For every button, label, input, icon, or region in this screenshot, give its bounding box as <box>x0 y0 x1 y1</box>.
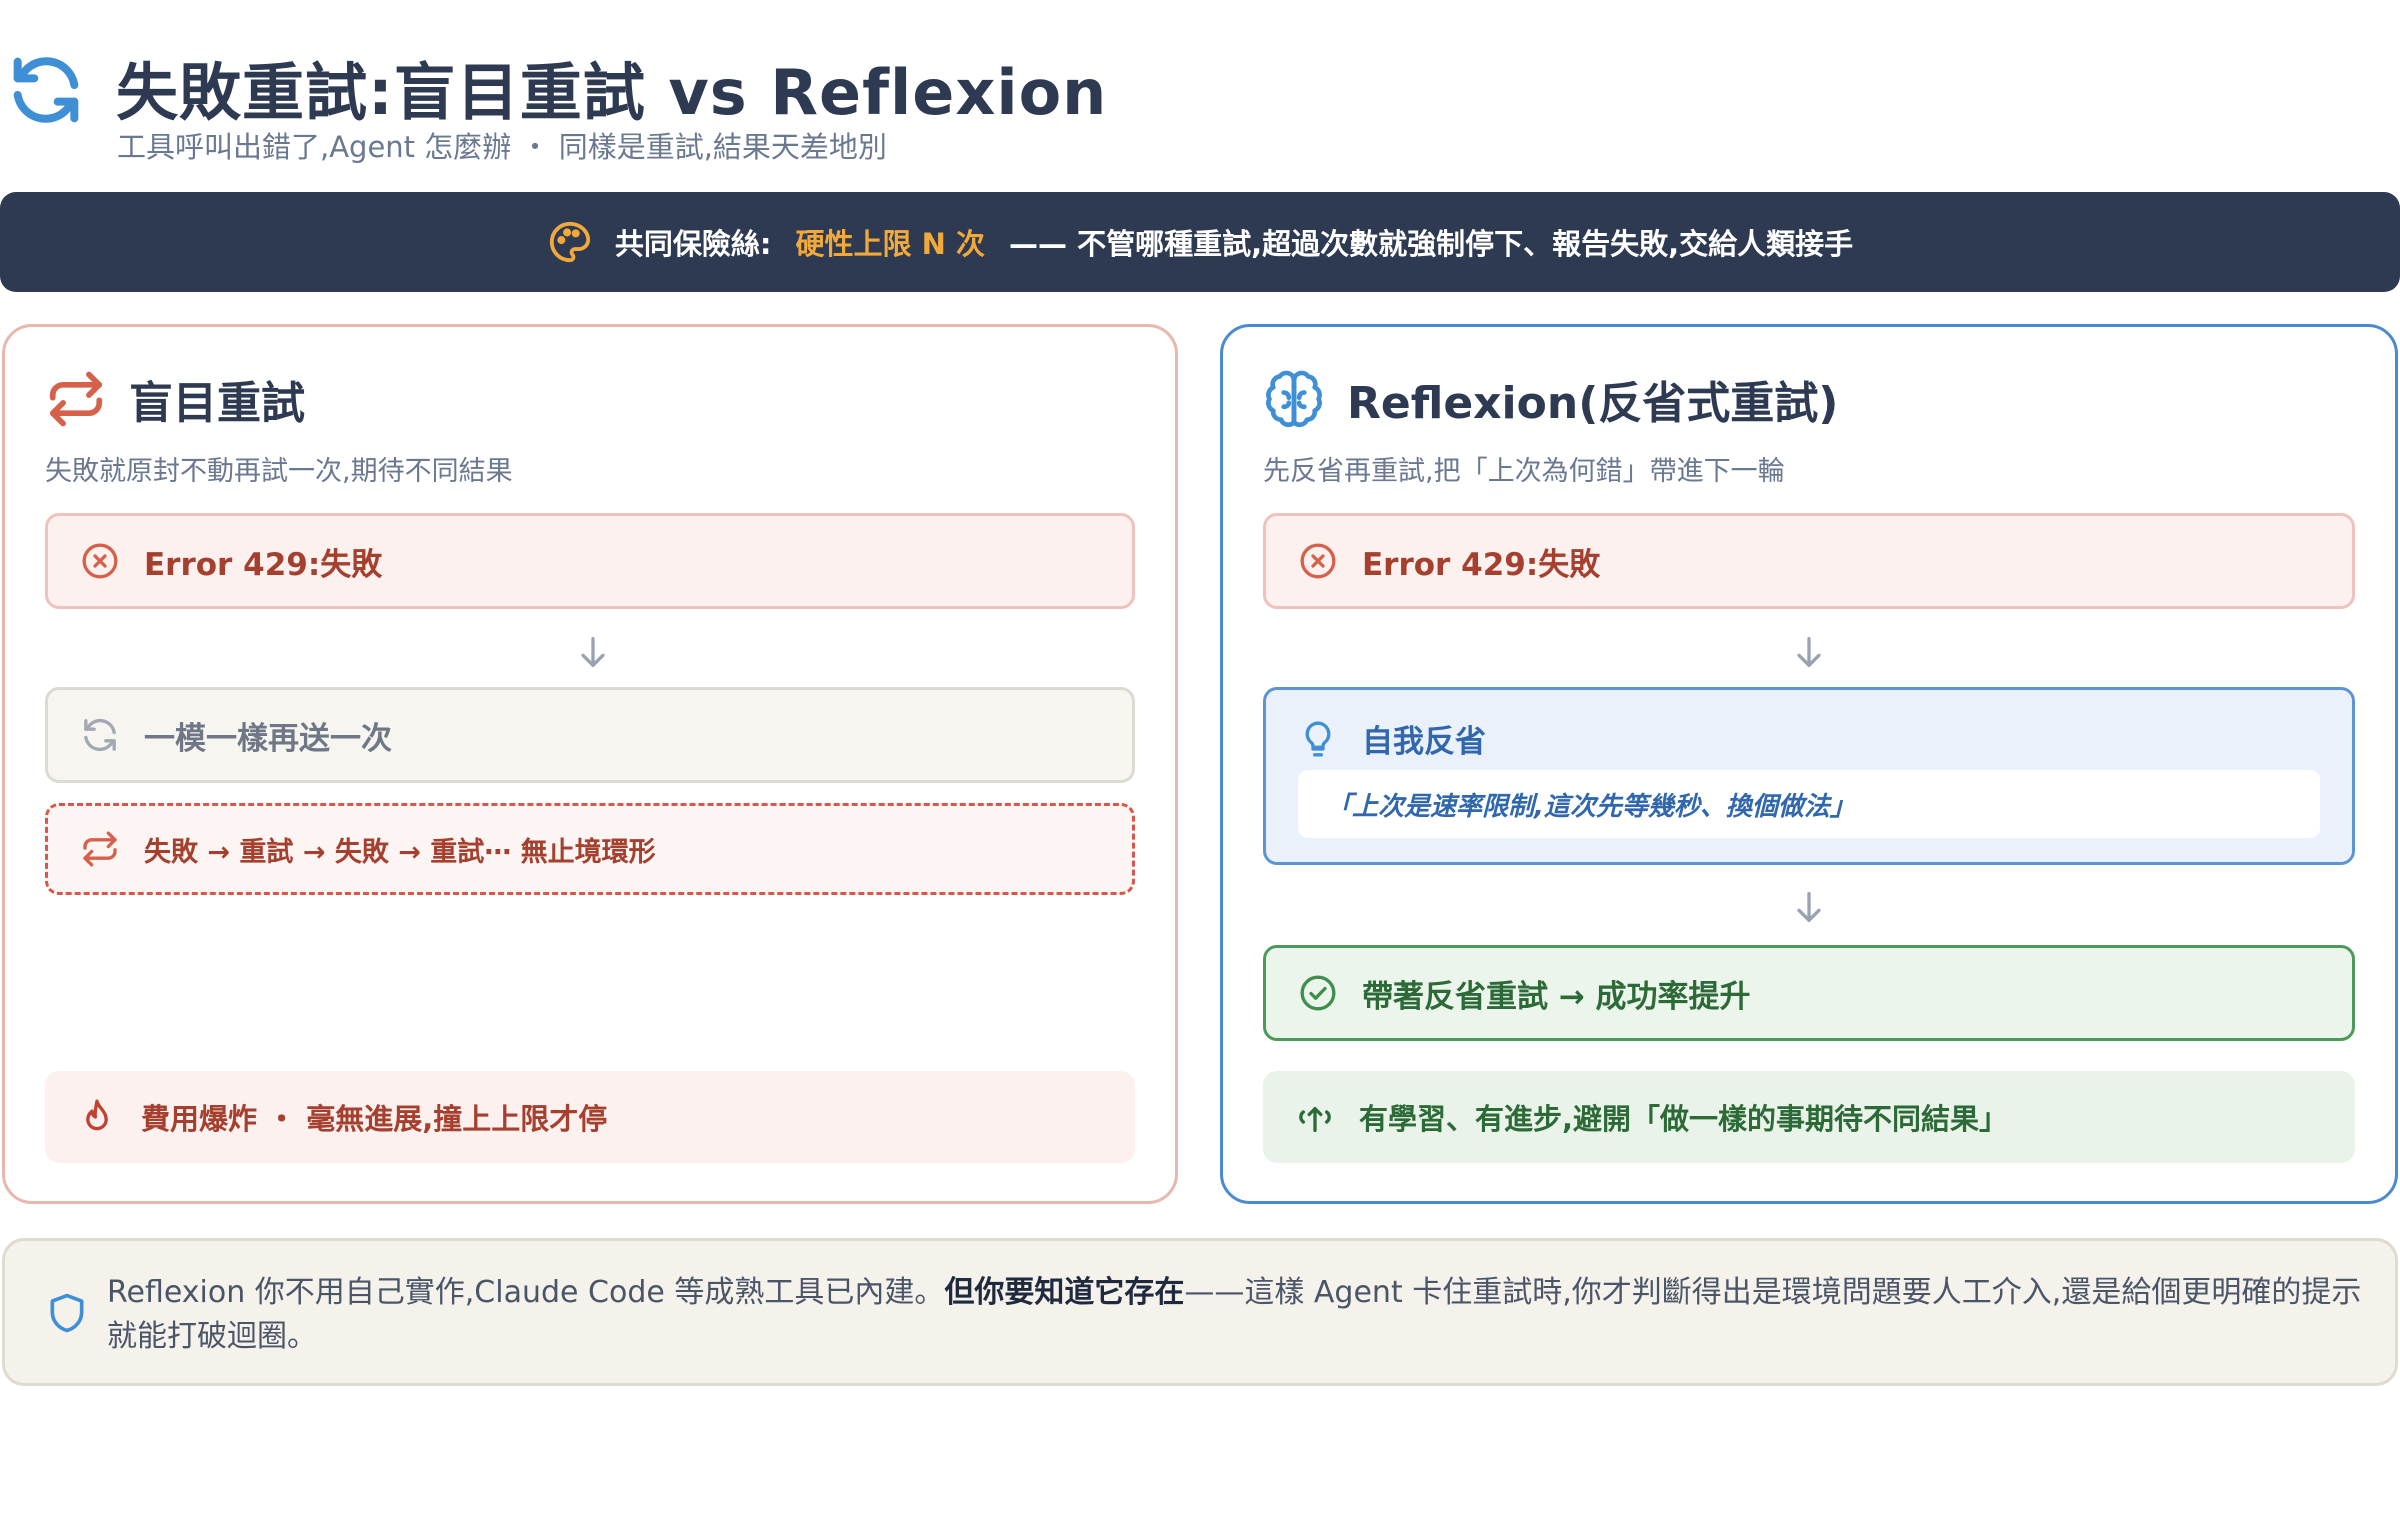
growth-icon <box>1299 1107 1331 1132</box>
arrow-down-icon <box>1797 892 1821 922</box>
reflexion-panel: Reflexion(反省式重試) 先反省再重試,把「上次為何錯」帶進下一輪 Er… <box>1220 324 2398 1204</box>
page-title: 失敗重試:盲目重試 vs Reflexion <box>116 56 1108 129</box>
outcome-box: 有學習、有進步,避開「做一樣的事期待不同結果」 <box>1263 1071 2355 1163</box>
success-text: 帶著反省重試 → 成功率提升 <box>1362 978 1751 1015</box>
error-text: Error 429:失敗 <box>1362 546 1601 583</box>
banner-label: 共同保險絲: <box>614 227 772 261</box>
page-subtitle: 工具呼叫出錯了,Agent 怎麼辦 ・ 同樣是重試,結果天差地別 <box>117 130 887 164</box>
arrow-down-icon <box>1797 637 1821 667</box>
reflection-header: 自我反省 <box>1298 716 1486 761</box>
success-box: 帶著反省重試 → 成功率提升 <box>1263 945 2355 1041</box>
brain-icon <box>1266 370 1322 428</box>
swap-arrows-icon <box>49 371 103 427</box>
lightbulb-icon <box>1305 721 1331 756</box>
outcome-text: 有學習、有進步,避開「做一樣的事期待不同結果」 <box>1359 1102 2009 1136</box>
retry-icon <box>84 718 116 752</box>
x-circle-icon <box>82 543 118 579</box>
x-circle-icon <box>1300 543 1336 579</box>
footer-text: Reflexion 你不用自己實作,Claude Code 等成熟工具已內建。但… <box>107 1271 2377 1359</box>
footer-note: Reflexion 你不用自己實作,Claude Code 等成熟工具已內建。但… <box>2 1238 2398 1386</box>
reflection-quote: 「上次是速率限制,這次先等幾秒、換個做法」 <box>1298 770 2320 838</box>
endless-loop-box: 失敗 → 重試 → 失敗 → 重試⋯ 無止境環形 <box>45 803 1135 895</box>
page-header: 失敗重試:盲目重試 vs Reflexion 工具呼叫出錯了,Agent 怎麼辦… <box>0 24 2400 164</box>
retry-text: 一模一樣再送一次 <box>144 720 392 757</box>
panel-header: 盲目重試 <box>45 367 305 431</box>
outcome-box: 費用爆炸 ・ 毫無進展,撞上上限才停 <box>45 1071 1135 1163</box>
arrow-down-icon <box>581 637 605 667</box>
swap-arrows-icon <box>83 831 117 867</box>
self-reflection-box: 自我反省 「上次是速率限制,這次先等幾秒、換個做法」 <box>1263 687 2355 865</box>
check-circle-icon <box>1300 975 1336 1011</box>
panel-description: 失敗就原封不動再試一次,期待不同結果 <box>45 456 513 487</box>
refresh-icon <box>13 57 79 123</box>
panel-header: Reflexion(反省式重試) <box>1263 367 1838 431</box>
panel-title: Reflexion(反省式重試) <box>1347 378 1839 429</box>
retry-box: 一模一樣再送一次 <box>45 687 1135 783</box>
outcome-text: 費用爆炸 ・ 毫無進展,撞上上限才停 <box>141 1102 608 1136</box>
footer-text-before: Reflexion 你不用自己實作,Claude Code 等成熟工具已內建。 <box>107 1275 945 1310</box>
flame-icon <box>86 1099 108 1131</box>
error-box: Error 429:失敗 <box>1263 513 2355 609</box>
blind-retry-panel: 盲目重試 失敗就原封不動再試一次,期待不同結果 Error 429:失敗 一模一… <box>2 324 1178 1204</box>
shield-icon <box>50 1293 84 1333</box>
panel-title: 盲目重試 <box>129 378 305 429</box>
banner-text: —— 不管哪種重試,超過次數就強制停下、報告失敗,交給人類接手 <box>1008 227 1854 261</box>
reflection-title: 自我反省 <box>1362 724 1486 760</box>
error-box: Error 429:失敗 <box>45 513 1135 609</box>
error-text: Error 429:失敗 <box>144 546 383 583</box>
footer-text-bold: 但你要知道它存在 <box>944 1275 1185 1310</box>
loop-text: 失敗 → 重試 → 失敗 → 重試⋯ 無止境環形 <box>144 836 656 868</box>
fuse-banner: 共同保險絲: 硬性上限 N 次 —— 不管哪種重試,超過次數就強制停下、報告失敗… <box>0 192 2400 292</box>
panel-description: 先反省再重試,把「上次為何錯」帶進下一輪 <box>1263 456 1785 487</box>
palette-icon <box>549 221 591 263</box>
banner-highlight: 硬性上限 N 次 <box>795 227 985 261</box>
